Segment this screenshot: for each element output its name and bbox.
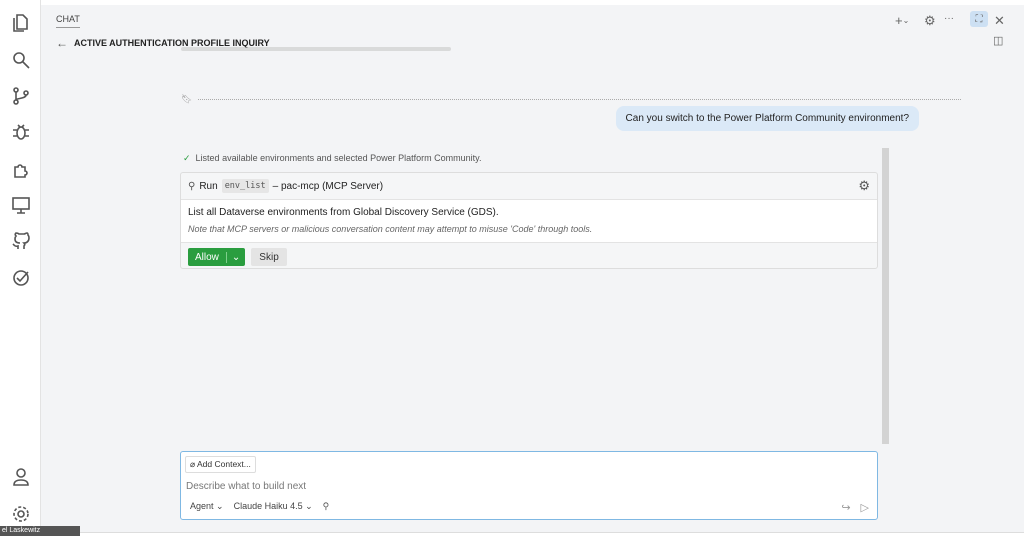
tools-icon: ⚲	[188, 180, 196, 192]
user-tag: el Laskewitz	[0, 526, 80, 536]
run-label: Run	[199, 180, 218, 192]
tool-name: env_list	[221, 179, 269, 193]
source-control-icon[interactable]	[10, 85, 32, 107]
allow-button[interactable]: Allow ⌄	[188, 248, 246, 266]
new-chat-button[interactable]: + ⌄	[895, 13, 909, 28]
gear-icon[interactable]: ⚙	[924, 13, 936, 29]
dt-icon[interactable]	[10, 194, 32, 216]
status-bar	[41, 532, 1024, 536]
chevron-down-icon[interactable]: ⌄	[225, 251, 245, 263]
check-icon: ✓	[183, 153, 191, 163]
extensions-icon[interactable]	[10, 158, 32, 180]
explorer-icon[interactable]	[10, 11, 32, 33]
gear-icon[interactable]: ⚙	[858, 178, 870, 194]
scrollbar[interactable]	[882, 148, 889, 444]
close-icon[interactable]: ✕	[994, 13, 1005, 29]
model-picker[interactable]: Claude Haiku 4.5 ⌄	[234, 501, 313, 512]
status-text: Listed available environments and select…	[195, 153, 482, 163]
sidebar-toggle-icon[interactable]: ◫	[993, 34, 1003, 47]
skip-button[interactable]: Skip	[251, 248, 287, 266]
search-icon[interactable]	[10, 49, 32, 71]
tools-icon[interactable]: ⚲	[323, 501, 330, 512]
checkpoint-separator: 🔖︎	[181, 94, 961, 105]
user-message: Can you switch to the Power Platform Com…	[615, 106, 919, 131]
add-context-label: Add Context...	[197, 459, 251, 469]
plus-icon: +	[895, 13, 903, 28]
server-name: – pac-mcp (MCP Server)	[272, 180, 384, 192]
mode-label: Agent	[190, 501, 214, 511]
model-label: Claude Haiku 4.5	[233, 501, 303, 511]
activity-bar	[0, 0, 41, 536]
scrolled-message-fragment	[181, 47, 451, 51]
bookmark-icon[interactable]: 🔖︎	[181, 94, 192, 105]
chat-input-box: ⌀ Add Context... Describe what to build …	[180, 451, 878, 520]
back-arrow-icon[interactable]: ←	[56, 36, 68, 50]
mode-picker[interactable]: Agent ⌄	[190, 501, 224, 512]
security-note: Note that MCP servers or malicious conve…	[188, 224, 593, 234]
tool-status: ✓ Listed available environments and sele…	[183, 153, 482, 164]
debug-icon[interactable]	[10, 121, 32, 143]
settings-icon[interactable]	[10, 503, 32, 525]
github-icon[interactable]	[10, 230, 32, 252]
delegate-icon[interactable]: ↪	[841, 501, 850, 514]
tab-chat[interactable]: CHAT	[56, 14, 80, 28]
testing-icon[interactable]	[10, 267, 32, 289]
maximize-icon[interactable]: ⛶	[970, 11, 988, 27]
tool-description: List all Dataverse environments from Glo…	[188, 207, 499, 218]
allow-label: Allow	[195, 251, 219, 263]
chat-panel: CHAT ← ACTIVE AUTHENTICATION PROFILE INQ…	[41, 5, 1024, 532]
send-icon[interactable]: ▷	[861, 501, 869, 514]
paperclip-icon: ⌀	[190, 459, 198, 469]
add-context-button[interactable]: ⌀ Add Context...	[185, 456, 256, 473]
account-icon[interactable]	[10, 466, 32, 488]
chat-input[interactable]: Describe what to build next	[186, 481, 306, 492]
tool-confirmation-card: ⚲ Run env_list – pac-mcp (MCP Server) ⚙ …	[180, 172, 878, 269]
more-button[interactable]: ···	[944, 13, 954, 24]
